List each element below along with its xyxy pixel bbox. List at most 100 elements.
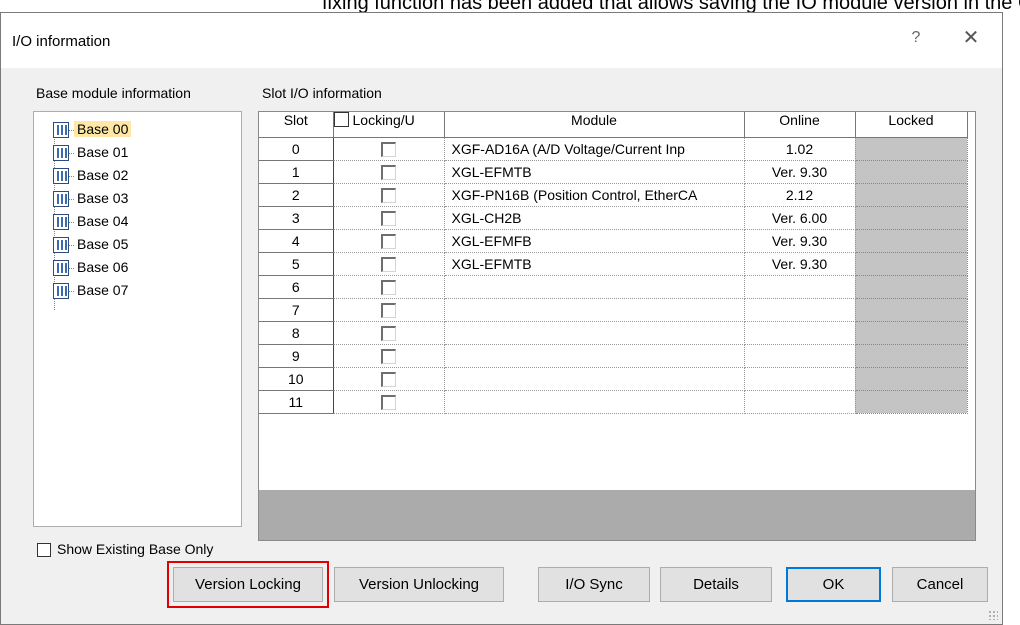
locking-cell[interactable] bbox=[333, 206, 445, 230]
close-icon[interactable]: ✕ bbox=[951, 23, 991, 53]
table-row[interactable]: 1 XGL-EFMTB Ver. 9.30 bbox=[259, 160, 968, 184]
locked-version-cell[interactable] bbox=[855, 390, 968, 414]
locked-version-cell[interactable] bbox=[855, 183, 968, 207]
module-cell[interactable]: XGL-CH2B bbox=[444, 206, 745, 230]
ok-button[interactable]: OK bbox=[786, 567, 881, 602]
show-existing-checkbox[interactable] bbox=[37, 543, 51, 557]
tree-item-base[interactable]: Base 04 bbox=[34, 212, 234, 234]
tree-item-base[interactable]: Base 05 bbox=[34, 235, 234, 257]
lock-checkbox[interactable] bbox=[381, 394, 396, 410]
locked-version-cell[interactable] bbox=[855, 275, 968, 299]
resize-grip-icon[interactable] bbox=[988, 610, 998, 620]
module-cell[interactable]: XGL-EFMTB bbox=[444, 160, 745, 184]
lock-checkbox[interactable] bbox=[381, 348, 396, 364]
module-cell[interactable]: XGL-EFMTB bbox=[444, 252, 745, 276]
locking-cell[interactable] bbox=[333, 183, 445, 207]
online-version-cell[interactable]: Ver. 9.30 bbox=[744, 252, 856, 276]
lock-checkbox[interactable] bbox=[381, 256, 396, 272]
locked-version-cell[interactable] bbox=[855, 252, 968, 276]
locked-version-cell[interactable] bbox=[855, 229, 968, 253]
base-tree[interactable]: Base 00 Base 01 Base 02 Base 03 Base 04 Base … bbox=[33, 111, 242, 527]
version-locking-button[interactable]: Version Locking bbox=[173, 567, 323, 602]
locking-cell[interactable] bbox=[333, 390, 445, 414]
tree-item-base[interactable]: Base 06 bbox=[34, 258, 234, 280]
tree-item-label: Base 07 bbox=[77, 282, 129, 298]
module-cell[interactable] bbox=[444, 390, 745, 414]
tree-item-base[interactable]: Base 02 bbox=[34, 166, 234, 188]
online-version-cell[interactable]: Ver. 9.30 bbox=[744, 160, 856, 184]
tree-item-base[interactable]: Base 07 bbox=[34, 281, 234, 303]
table-row[interactable]: 9 bbox=[259, 344, 968, 368]
module-cell[interactable] bbox=[444, 344, 745, 368]
table-row[interactable]: 2 XGF-PN16B (Position Control, EtherCA 2.1… bbox=[259, 183, 968, 207]
locking-cell[interactable] bbox=[333, 137, 445, 161]
lock-checkbox[interactable] bbox=[381, 302, 396, 318]
online-version-cell[interactable]: 1.02 bbox=[744, 137, 856, 161]
lock-all-checkbox[interactable] bbox=[333, 112, 349, 127]
io-sync-button[interactable]: I/O Sync bbox=[538, 567, 650, 602]
online-version-cell[interactable]: 2.12 bbox=[744, 183, 856, 207]
lock-checkbox[interactable] bbox=[381, 325, 396, 341]
locking-cell[interactable] bbox=[333, 298, 445, 322]
lock-checkbox[interactable] bbox=[381, 187, 396, 203]
module-cell[interactable]: XGF-PN16B (Position Control, EtherCA bbox=[444, 183, 745, 207]
module-cell[interactable] bbox=[444, 321, 745, 345]
online-version-cell[interactable] bbox=[744, 344, 856, 368]
locking-cell[interactable] bbox=[333, 229, 445, 253]
table-row[interactable]: 11 bbox=[259, 390, 968, 414]
table-row[interactable]: 3 XGL-CH2B Ver. 6.00 bbox=[259, 206, 968, 230]
show-existing-label: Show Existing Base Only bbox=[57, 541, 214, 557]
lock-checkbox[interactable] bbox=[381, 233, 396, 249]
online-version-cell[interactable] bbox=[744, 275, 856, 299]
lock-checkbox[interactable] bbox=[381, 371, 396, 387]
locking-cell[interactable] bbox=[333, 367, 445, 391]
slot-io-grid[interactable]: Slot Locking/U Module Online Locked 0 XGF… bbox=[258, 111, 976, 541]
lock-checkbox[interactable] bbox=[381, 210, 396, 226]
online-version-cell[interactable] bbox=[744, 390, 856, 414]
locking-cell[interactable] bbox=[333, 321, 445, 345]
locking-cell[interactable] bbox=[333, 344, 445, 368]
module-cell[interactable] bbox=[444, 275, 745, 299]
tree-item-base[interactable]: Base 01 bbox=[34, 143, 234, 165]
details-button[interactable]: Details bbox=[660, 567, 772, 602]
locked-version-cell[interactable] bbox=[855, 137, 968, 161]
locked-version-cell[interactable] bbox=[855, 160, 968, 184]
table-row[interactable]: 4 XGL-EFMFB Ver. 9.30 bbox=[259, 229, 968, 253]
lock-checkbox[interactable] bbox=[381, 141, 396, 157]
table-row[interactable]: 10 bbox=[259, 367, 968, 391]
online-version-cell[interactable] bbox=[744, 367, 856, 391]
locking-cell[interactable] bbox=[333, 252, 445, 276]
cancel-button[interactable]: Cancel bbox=[892, 567, 988, 602]
table-row[interactable]: 5 XGL-EFMTB Ver. 9.30 bbox=[259, 252, 968, 276]
lock-checkbox[interactable] bbox=[381, 279, 396, 295]
header-locked[interactable]: Locked bbox=[855, 112, 968, 138]
online-version-cell[interactable] bbox=[744, 321, 856, 345]
help-icon[interactable]: ? bbox=[898, 23, 934, 53]
locked-version-cell[interactable] bbox=[855, 367, 968, 391]
module-cell[interactable] bbox=[444, 298, 745, 322]
module-cell[interactable] bbox=[444, 367, 745, 391]
header-online[interactable]: Online bbox=[744, 112, 856, 138]
table-row[interactable]: 7 bbox=[259, 298, 968, 322]
online-version-cell[interactable]: Ver. 9.30 bbox=[744, 229, 856, 253]
locked-version-cell[interactable] bbox=[855, 298, 968, 322]
version-unlocking-button[interactable]: Version Unlocking bbox=[334, 567, 504, 602]
header-locking[interactable]: Locking/U bbox=[333, 112, 445, 138]
online-version-cell[interactable]: Ver. 6.00 bbox=[744, 206, 856, 230]
table-row[interactable]: 0 XGF-AD16A (A/D Voltage/Current Inp 1.02 bbox=[259, 137, 968, 161]
locked-version-cell[interactable] bbox=[855, 206, 968, 230]
module-cell[interactable]: XGF-AD16A (A/D Voltage/Current Inp bbox=[444, 137, 745, 161]
tree-item-base[interactable]: Base 03 bbox=[34, 189, 234, 211]
table-row[interactable]: 6 bbox=[259, 275, 968, 299]
header-module[interactable]: Module bbox=[444, 112, 745, 138]
tree-item-base[interactable]: Base 00 bbox=[34, 120, 234, 142]
locking-cell[interactable] bbox=[333, 160, 445, 184]
locked-version-cell[interactable] bbox=[855, 321, 968, 345]
lock-checkbox[interactable] bbox=[381, 164, 396, 180]
table-row[interactable]: 8 bbox=[259, 321, 968, 345]
online-version-cell[interactable] bbox=[744, 298, 856, 322]
locked-version-cell[interactable] bbox=[855, 344, 968, 368]
module-cell[interactable]: XGL-EFMFB bbox=[444, 229, 745, 253]
locking-cell[interactable] bbox=[333, 275, 445, 299]
header-slot[interactable]: Slot bbox=[259, 112, 334, 138]
